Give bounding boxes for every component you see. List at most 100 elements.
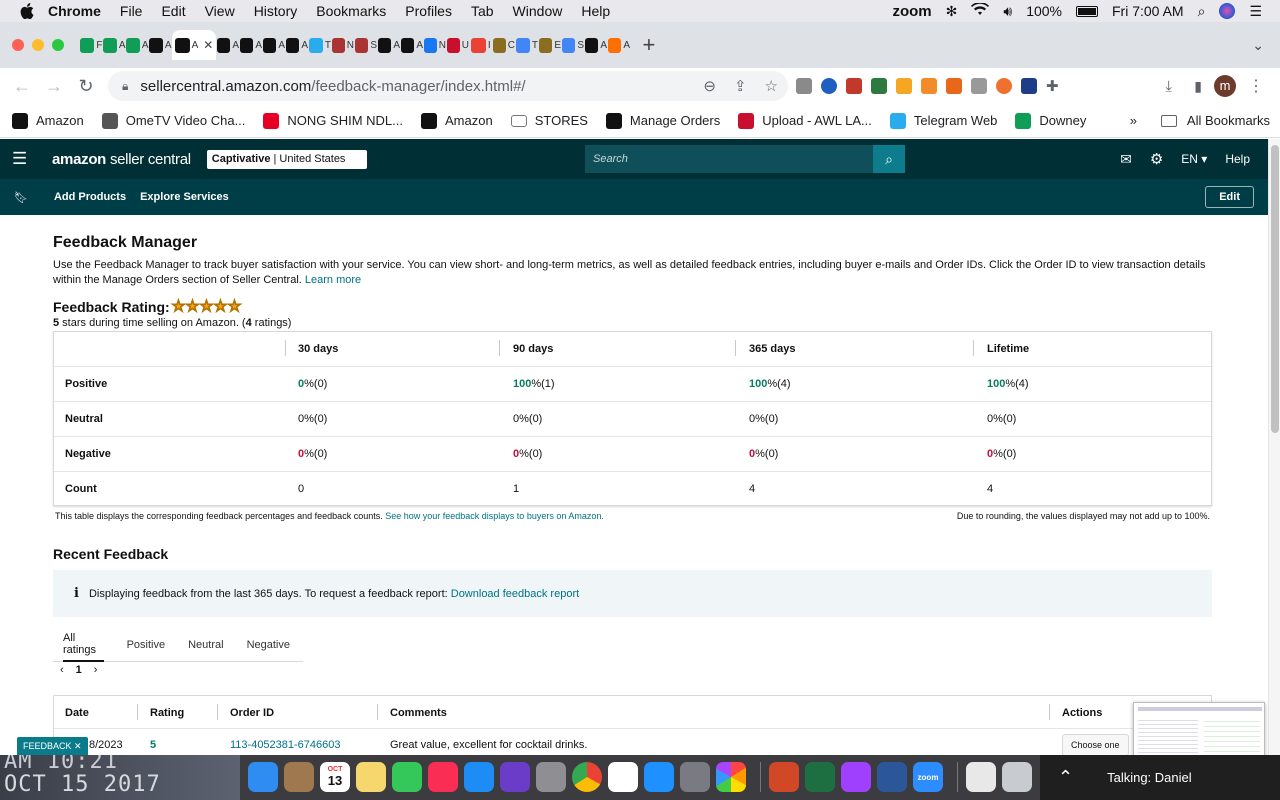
browser-tab[interactable]: N xyxy=(423,30,446,60)
powerpoint-icon[interactable] xyxy=(769,762,799,792)
nav-add-products[interactable]: Add Products xyxy=(54,191,126,203)
browser-tab[interactable]: T xyxy=(515,30,538,60)
chrome-menu-icon[interactable]: ⋮ xyxy=(1248,76,1264,96)
extension-off-icon[interactable] xyxy=(796,78,812,94)
apple-icon[interactable] xyxy=(20,3,36,20)
battery-icon[interactable] xyxy=(1076,5,1098,17)
scrollbar-thumb[interactable] xyxy=(1271,145,1279,433)
menu-edit[interactable]: Edit xyxy=(161,3,185,19)
bookmark-item[interactable]: Telegram Web xyxy=(889,112,997,129)
side-panel-icon[interactable]: ▮ xyxy=(1194,78,1202,95)
seller-central-logo[interactable]: amazon seller central xyxy=(52,151,191,168)
volume-icon[interactable]: 🔊︎ xyxy=(1003,3,1012,20)
back-button[interactable]: ← xyxy=(6,76,38,97)
chevron-up-icon[interactable]: ⌃ xyxy=(1058,767,1073,788)
notes-icon[interactable] xyxy=(356,762,386,792)
minimize-window-button[interactable] xyxy=(32,39,44,51)
extension-js-icon[interactable] xyxy=(921,78,937,94)
safari-icon[interactable] xyxy=(644,762,674,792)
forward-button[interactable]: → xyxy=(38,76,70,97)
bookmarks-overflow[interactable]: » xyxy=(1130,113,1137,128)
choose-action-dropdown[interactable]: Choose one xyxy=(1062,734,1129,755)
bookmark-item[interactable]: NONG SHIM NDL... xyxy=(263,112,403,129)
download-icon[interactable]: ⤓ xyxy=(1165,78,1172,95)
excel-icon[interactable] xyxy=(805,762,835,792)
gear-icon[interactable]: ⚙ xyxy=(1150,150,1163,168)
messenger-icon[interactable] xyxy=(841,762,871,792)
chevron-right-icon[interactable]: › xyxy=(94,664,98,676)
bookmark-item[interactable]: Amazon xyxy=(421,112,493,129)
tab-negative[interactable]: Negative xyxy=(247,628,290,662)
menu-file[interactable]: File xyxy=(120,3,143,19)
extension-circle-icon[interactable] xyxy=(996,78,1012,94)
menu-view[interactable]: View xyxy=(205,3,235,19)
extension-arrow-icon[interactable] xyxy=(846,78,862,94)
appstore-icon[interactable] xyxy=(464,762,494,792)
bluetooth-icon[interactable]: ✻ xyxy=(946,3,958,20)
zoom-status-label[interactable]: zoom xyxy=(892,3,931,20)
close-window-button[interactable] xyxy=(12,39,24,51)
browser-tab[interactable]: A xyxy=(400,30,423,60)
browser-tab[interactable]: T xyxy=(308,30,331,60)
edit-nav-button[interactable]: Edit xyxy=(1205,186,1254,208)
launchpad-icon[interactable] xyxy=(680,762,710,792)
learn-more-link[interactable]: Learn more xyxy=(305,274,361,286)
calendar-icon[interactable]: OCT 13 xyxy=(320,762,350,792)
mail-icon[interactable]: ✉ xyxy=(1120,151,1132,168)
browser-tab[interactable]: U xyxy=(446,30,469,60)
bookmark-icon[interactable]: 🔖︎ xyxy=(14,191,28,204)
music-icon[interactable] xyxy=(428,762,458,792)
extension-gray-icon[interactable] xyxy=(971,78,987,94)
extension-flag-icon[interactable] xyxy=(946,78,962,94)
order-id-link[interactable]: 113-4052381-6746603 xyxy=(230,730,341,755)
buyer-display-link[interactable]: See how your feedback displays to buyers… xyxy=(385,511,604,521)
bookmark-item[interactable]: STORES xyxy=(510,113,588,128)
browser-tab[interactable]: A xyxy=(103,30,126,60)
lock-icon[interactable]: 🔒︎ xyxy=(122,79,128,94)
all-bookmarks-link[interactable]: All Bookmarks xyxy=(1187,113,1270,128)
extension-blue-icon[interactable] xyxy=(821,78,837,94)
browser-tab[interactable]: A xyxy=(262,30,285,60)
account-switcher[interactable]: Captivative | United States xyxy=(206,149,368,169)
bookmark-item[interactable]: Manage Orders xyxy=(605,112,720,129)
extension-f-icon[interactable] xyxy=(1021,78,1037,94)
menu-window[interactable]: Window xyxy=(513,3,563,19)
browser-tab[interactable]: A xyxy=(216,30,239,60)
extensions-puzzle-icon[interactable]: ✚ xyxy=(1046,77,1059,95)
address-bar[interactable]: 🔒︎ sellercentral.amazon.com/feedback-man… xyxy=(108,71,788,101)
browser-tab[interactable]: A xyxy=(607,30,630,60)
menu-profiles[interactable]: Profiles xyxy=(405,3,452,19)
browser-tab[interactable]: E xyxy=(538,30,561,60)
browser-tab[interactable]: A ✕ xyxy=(172,30,216,60)
siri-menu-icon[interactable] xyxy=(1219,3,1236,19)
menu-bookmarks[interactable]: Bookmarks xyxy=(316,3,386,19)
tab-all-ratings[interactable]: All ratings xyxy=(63,628,104,662)
nav-explore-services[interactable]: Explore Services xyxy=(140,191,229,203)
browser-tab[interactable]: A xyxy=(239,30,262,60)
menu-tab[interactable]: Tab xyxy=(471,3,494,19)
browser-tab[interactable]: S xyxy=(561,30,584,60)
bookmark-star-icon[interactable]: ☆ xyxy=(765,77,778,95)
download-report-link[interactable]: Download feedback report xyxy=(451,588,579,600)
menu-app-name[interactable]: Chrome xyxy=(48,3,101,19)
menubar-clock[interactable]: Fri 7:00 AM xyxy=(1112,3,1184,19)
language-selector[interactable]: EN ▾ xyxy=(1181,152,1207,166)
spotlight-search-icon[interactable]: ⌕ xyxy=(1198,3,1206,20)
search-icon[interactable]: ⌕ xyxy=(873,145,905,173)
reminders-icon[interactable] xyxy=(608,762,638,792)
browser-tab[interactable]: F xyxy=(80,30,103,60)
browser-tab[interactable]: S xyxy=(354,30,377,60)
hamburger-menu-icon[interactable]: ☰ xyxy=(12,149,32,169)
maximize-window-button[interactable] xyxy=(52,39,64,51)
siri-icon[interactable] xyxy=(500,762,530,792)
share-icon[interactable]: ⇪ xyxy=(734,77,747,95)
extension-plus-icon[interactable] xyxy=(896,78,912,94)
wifi-icon[interactable] xyxy=(971,2,990,19)
close-tab-icon[interactable]: ✕ xyxy=(203,38,213,52)
seller-search-input[interactable]: Search xyxy=(585,145,873,173)
word-icon[interactable] xyxy=(877,762,907,792)
browser-tab[interactable]: A xyxy=(149,30,172,60)
settings-icon[interactable] xyxy=(536,762,566,792)
trash-icon[interactable] xyxy=(1002,762,1032,792)
zoom-icon[interactable]: zoom xyxy=(913,762,943,792)
